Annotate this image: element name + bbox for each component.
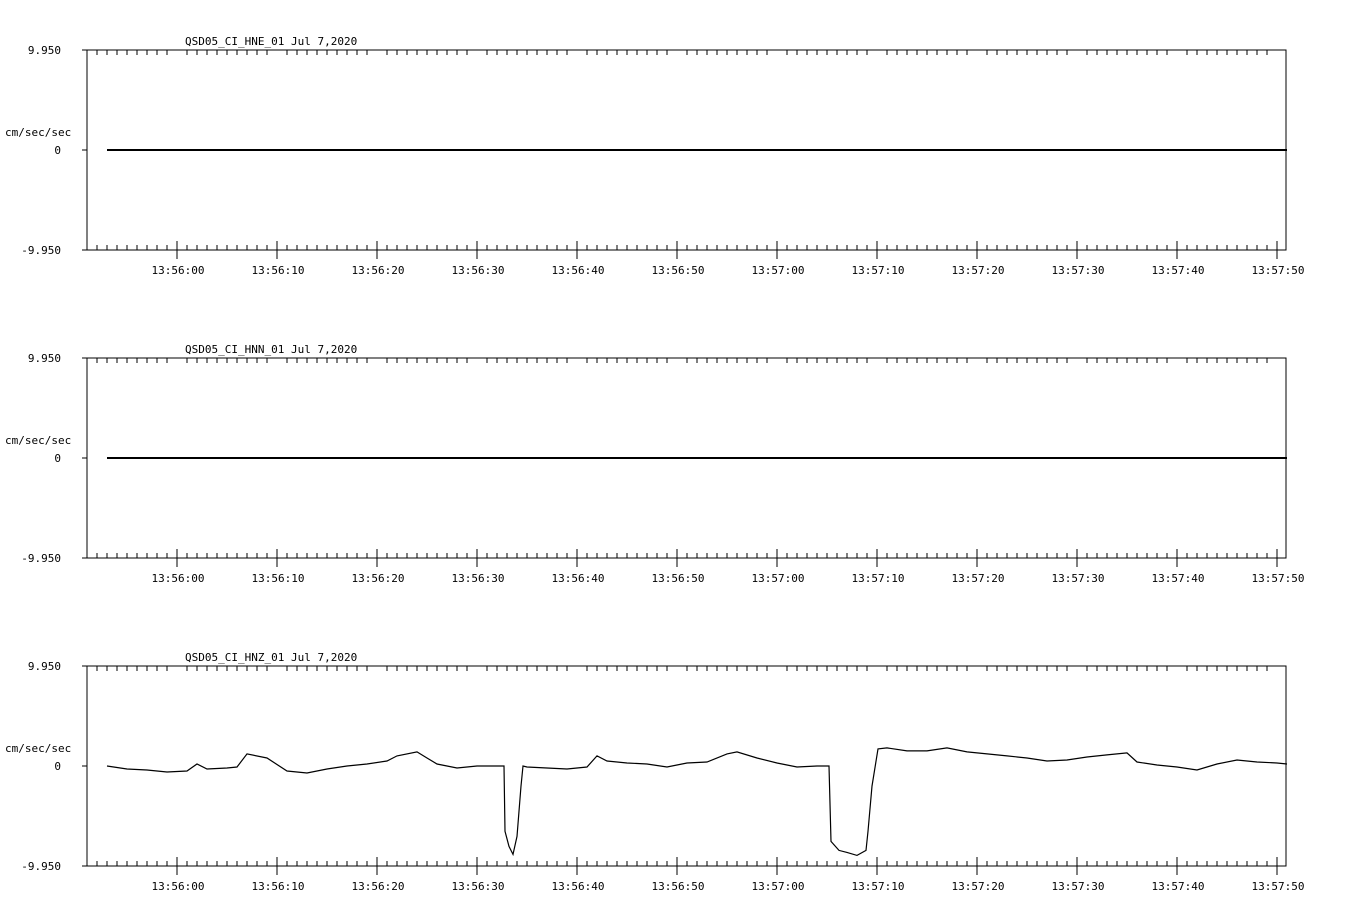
seismogram-panel-1: QSD05_CI_HNE_01 Jul 7,2020 cm/sec/sec 9.95… [5, 35, 1304, 277]
y-axis-label: cm/sec/sec [5, 126, 71, 139]
y-tick-label: 9.950 [28, 44, 61, 57]
x-tick-label: 13:56:30 [452, 572, 505, 585]
x-tick-label: 13:56:30 [452, 264, 505, 277]
x-tick-label: 13:57:20 [952, 880, 1005, 893]
trace-line [106, 747, 1288, 857]
x-tick-label: 13:56:10 [252, 264, 305, 277]
x-tick-label: 13:56:30 [452, 880, 505, 893]
x-tick-label: 13:56:20 [352, 572, 405, 585]
x-tick-label: 13:56:40 [552, 264, 605, 277]
x-tick-label: 13:57:00 [752, 880, 805, 893]
y-axis-label: cm/sec/sec [5, 434, 71, 447]
y-tick-label: 9.950 [28, 660, 61, 673]
x-tick-label: 13:57:40 [1152, 880, 1205, 893]
x-tick-label: 13:57:20 [952, 572, 1005, 585]
x-tick-label: 13:57:30 [1052, 572, 1105, 585]
x-tick-label: 13:57:30 [1052, 880, 1105, 893]
x-tick-label: 13:56:00 [152, 264, 205, 277]
seismogram-figure: QSD05_CI_HNE_01 Jul 7,2020 cm/sec/sec 9.95… [5, 35, 1304, 893]
y-axis-label: cm/sec/sec [5, 742, 71, 755]
x-tick-label: 13:56:50 [652, 572, 705, 585]
plot-frame [86, 665, 1287, 867]
y-tick-label: -9.950 [21, 244, 61, 257]
x-tick-label: 13:56:40 [552, 880, 605, 893]
x-tick-label: 13:57:40 [1152, 264, 1205, 277]
seismogram-panel-2: QSD05_CI_HNN_01 Jul 7,2020 cm/sec/sec 9.95… [5, 343, 1304, 585]
x-tick-label: 13:56:00 [152, 572, 205, 585]
x-tick-label: 13:56:10 [252, 572, 305, 585]
x-tick-label: 13:56:20 [352, 880, 405, 893]
x-tick-label: 13:57:00 [752, 572, 805, 585]
y-tick-label: 9.950 [28, 352, 61, 365]
seismogram-panel-3: QSD05_CI_HNZ_01 Jul 7,2020 cm/sec/sec 9.95… [5, 651, 1304, 893]
x-tick-label: 13:56:20 [352, 264, 405, 277]
x-tick-label: 13:57:40 [1152, 572, 1205, 585]
y-tick-label: 0 [54, 760, 61, 773]
panel-title: QSD05_CI_HNZ_01 Jul 7,2020 [185, 651, 357, 664]
x-tick-label: 13:57:10 [852, 572, 905, 585]
x-tick-label: 13:57:20 [952, 264, 1005, 277]
x-tick-label: 13:57:00 [752, 264, 805, 277]
panel-title: QSD05_CI_HNE_01 Jul 7,2020 [185, 35, 357, 48]
y-tick-label: -9.950 [21, 860, 61, 873]
x-tick-label: 13:56:10 [252, 880, 305, 893]
x-tick-label: 13:57:50 [1252, 264, 1305, 277]
y-tick-label: -9.950 [21, 552, 61, 565]
x-tick-label: 13:56:40 [552, 572, 605, 585]
x-tick-label: 13:56:50 [652, 880, 705, 893]
x-tick-label: 13:56:50 [652, 264, 705, 277]
y-tick-label: 0 [54, 144, 61, 157]
y-tick-label: 0 [54, 452, 61, 465]
x-tick-label: 13:56:00 [152, 880, 205, 893]
x-tick-label: 13:57:10 [852, 880, 905, 893]
x-tick-label: 13:57:30 [1052, 264, 1105, 277]
x-tick-label: 13:57:50 [1252, 880, 1305, 893]
panel-title: QSD05_CI_HNN_01 Jul 7,2020 [185, 343, 357, 356]
x-tick-label: 13:57:10 [852, 264, 905, 277]
x-tick-label: 13:57:50 [1252, 572, 1305, 585]
